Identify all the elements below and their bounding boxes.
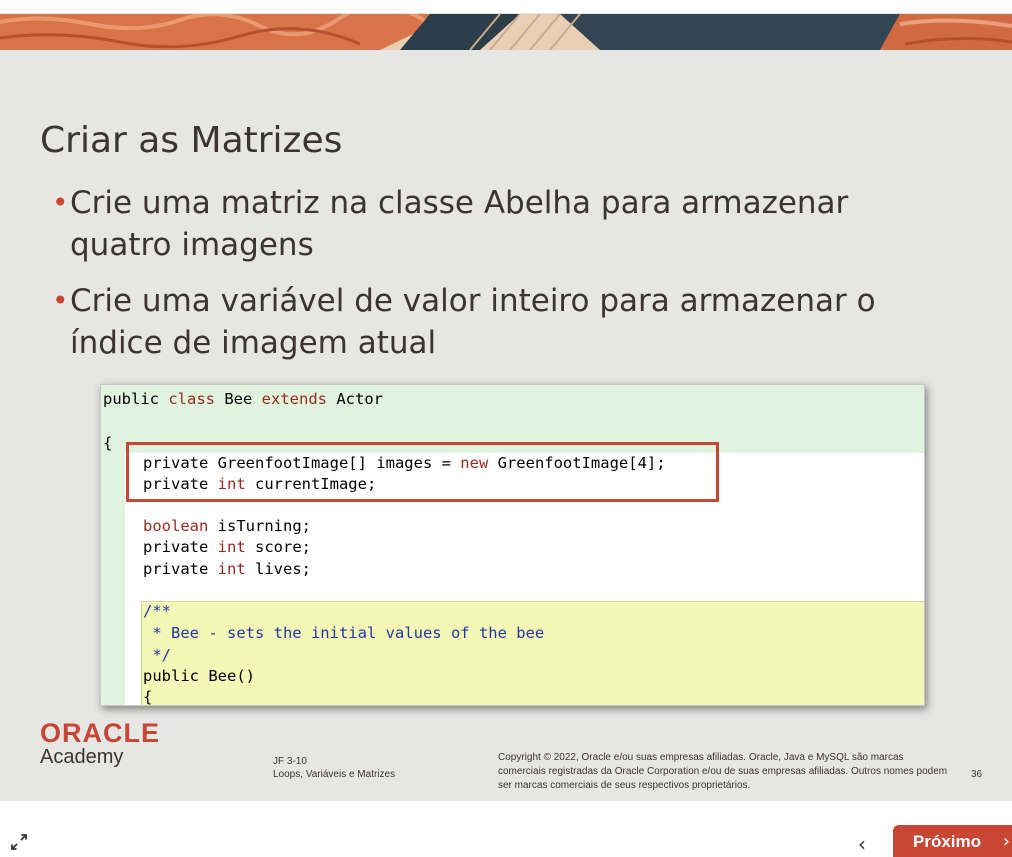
code-line-lives: private int lives;	[143, 560, 311, 578]
bullet-dot-icon: •	[52, 284, 69, 317]
method-scope-background	[141, 601, 924, 705]
highlight-box	[126, 442, 719, 502]
slide: Criar as Matrizes • Crie uma matriz na c…	[0, 14, 1012, 800]
expand-icon	[11, 834, 27, 850]
oracle-logo: ORACLE	[40, 718, 160, 748]
code-screenshot: public class Bee extends Actor { private…	[100, 384, 925, 706]
course-info: JF 3-10 Loops, Variáveis e Matrizes	[273, 755, 395, 781]
player-controls: ‹ Próximo ›	[0, 800, 1012, 857]
code-line-comment-body: * Bee - sets the initial values of the b…	[143, 624, 545, 642]
decorative-banner	[0, 14, 1012, 50]
bullet-item: • Crie uma variável de valor inteiro par…	[48, 280, 948, 364]
next-button[interactable]: Próximo ›	[893, 825, 1012, 857]
chevron-right-icon: ›	[1002, 831, 1010, 852]
class-scope-margin	[101, 453, 125, 705]
course-title: Loops, Variáveis e Matrizes	[273, 769, 396, 780]
bullet-dot-icon: •	[52, 186, 69, 219]
next-button-label: Próximo	[913, 832, 982, 851]
code-line-is-turning: boolean isTurning;	[143, 517, 311, 535]
academy-label: Academy	[40, 746, 124, 768]
chevron-left-icon: ‹	[858, 832, 866, 856]
bullet-text: Crie uma matriz na classe Abelha para ar…	[70, 185, 849, 263]
code-line-constructor-brace: {	[143, 688, 153, 706]
code-line-open-brace: {	[103, 434, 113, 452]
page-number: 36	[971, 769, 983, 780]
copyright-text: Copyright © 2022, Oracle e/ou suas empre…	[498, 752, 948, 791]
code-line-comment-start: /**	[143, 602, 171, 620]
code-line-class-declaration: public class Bee extends Actor	[103, 390, 383, 408]
top-strip	[0, 0, 1012, 14]
fullscreen-button[interactable]	[8, 831, 30, 853]
bullet-item: • Crie uma matriz na classe Abelha para …	[48, 182, 948, 266]
course-code: JF 3-10	[273, 756, 307, 767]
code-line-constructor: public Bee()	[143, 667, 255, 685]
bullet-text: Crie uma variável de valor inteiro para …	[70, 283, 876, 361]
previous-button[interactable]: ‹	[850, 833, 874, 857]
code-line-score: private int score;	[143, 538, 311, 556]
code-line-comment-end: */	[143, 646, 171, 664]
slide-title: Criar as Matrizes	[40, 120, 343, 161]
bullet-list: • Crie uma matriz na classe Abelha para …	[48, 182, 948, 378]
